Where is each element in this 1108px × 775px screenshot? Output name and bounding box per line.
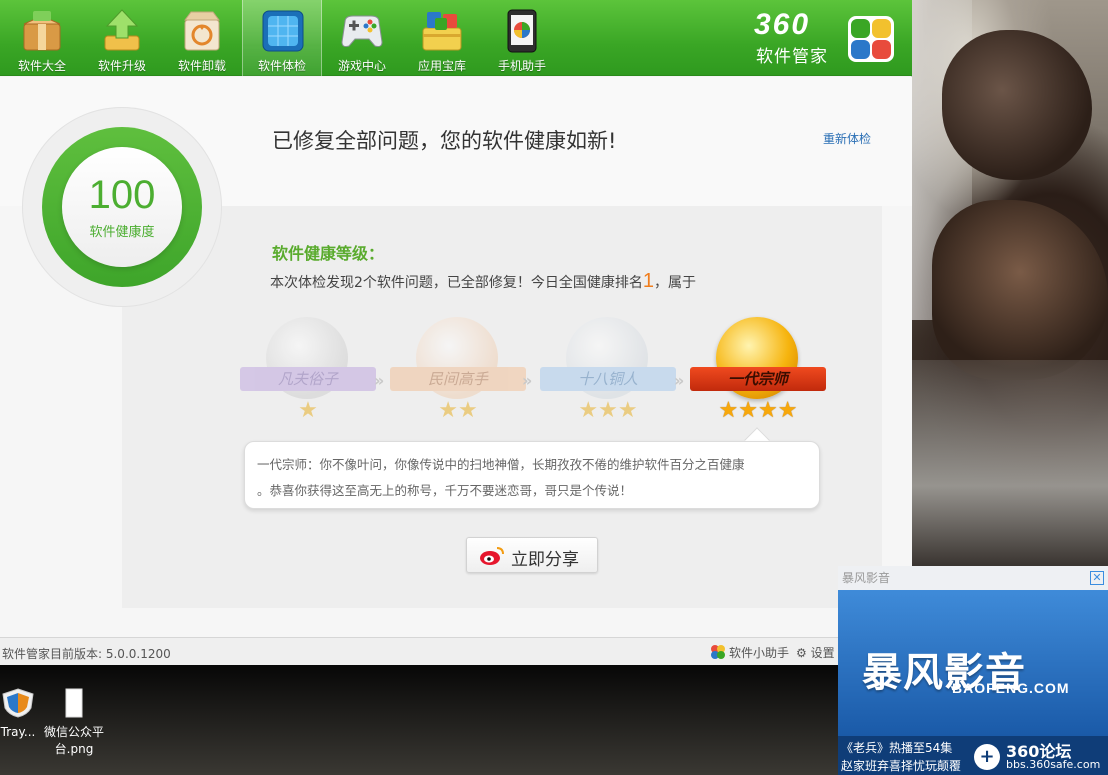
toolbar-label: 手机助手 [497, 59, 546, 73]
app-store-icon [422, 12, 462, 51]
clover-icon [711, 645, 725, 659]
close-icon[interactable]: ✕ [1090, 571, 1104, 585]
gamepad-icon [341, 15, 383, 47]
toolbar-label: 软件升级 [97, 59, 146, 73]
level-name: 凡夫俗子 [240, 367, 376, 391]
toolbar-label: 软件体检 [257, 59, 306, 73]
desktop-icon-wechat-png[interactable]: 微信公众平 台.png [34, 688, 114, 758]
ad-header: 暴风影音 ✕ [838, 566, 1108, 590]
toolbar-software-uninstall[interactable]: 软件卸载 [162, 0, 242, 76]
weibo-icon [480, 547, 504, 565]
ad-news-line-1[interactable]: 《老兵》热播至54集 [841, 739, 952, 756]
recheck-link[interactable]: 重新体检 [823, 130, 871, 147]
forum-url: bbs.360safe.com [1006, 758, 1101, 771]
version-text: 软件管家目前版本: 5.0.0.1200 [2, 647, 171, 661]
software-helper-button[interactable]: 软件小助手 [710, 644, 789, 661]
desktop-icon-label-line1: 微信公众平 [43, 725, 104, 739]
ad-news-line-2[interactable]: 赵家班弃喜择忧玩颠覆 [841, 757, 961, 774]
grade-description: 本次体检发现2个软件问题，已全部修复！今日全国健康排名1，属于 [270, 270, 696, 293]
desktop-icon-label-line2: 台.png [54, 742, 94, 756]
bubble-line-2: 。恭喜你获得这至高无上的称号，千万不要迷恋哥，哥只是个传说！ [257, 483, 633, 498]
level-name: 十八铜人 [540, 367, 676, 391]
baofeng-ad-popup[interactable]: 暴风影音 ✕ 暴风影音 BAOFENG.COM 《老兵》热播至54集 赵家班弃喜… [838, 566, 1108, 775]
brand-name: 软件管家 [756, 47, 828, 67]
health-score-value: 100 [88, 173, 156, 217]
rock-shape [932, 200, 1108, 380]
upgrade-arrow-icon [104, 9, 140, 51]
app-window: 软件大全 软件升级 软件卸载 软件体检 游戏中心 应用宝库 手机助手 360 软… [0, 0, 912, 665]
score-ring: 100 软件健康度 [42, 127, 202, 287]
wallpaper-waterfall-rocks [912, 0, 1108, 570]
plus-icon: + [974, 744, 1000, 770]
level-arrow-icon: » [674, 371, 685, 390]
forum-watermark: + 360论坛 bbs.360safe.com [974, 738, 1108, 775]
grade-title: 软件健康等级： [272, 244, 385, 263]
toolbar-software-checkup[interactable]: 软件体检 [242, 0, 322, 76]
brand-number: 360 [754, 8, 811, 41]
ad-header-logo: 暴风影音 [842, 571, 891, 585]
grade-desc-prefix: 本次体检发现2个软件问题，已全部修复！今日全国健康排名 [270, 275, 643, 291]
level-stars: ★ [298, 398, 318, 423]
desktop-area [0, 665, 840, 775]
rock-shape [942, 30, 1092, 180]
result-headline: 已修复全部问题，您的软件健康如新! [272, 129, 617, 153]
ad-banner[interactable]: 暴风影音 BAOFENG.COM [838, 590, 1108, 736]
toolbar-phone-assistant[interactable]: 手机助手 [482, 0, 562, 76]
content-area: 100 软件健康度 已修复全部问题，您的软件健康如新! 重新体检 软件健康等级：… [0, 77, 912, 637]
phone-icon [507, 9, 537, 53]
level-medal-1: 凡夫俗子 ★ [240, 317, 376, 427]
health-score-label: 软件健康度 [89, 225, 155, 240]
level-stars: ★★★★ [718, 398, 798, 423]
mist-shape [912, 360, 1108, 570]
grade-desc-suffix: ，属于 [654, 275, 697, 291]
share-button[interactable]: 立即分享 [466, 537, 598, 573]
settings-label: 设置 [810, 646, 835, 660]
main-toolbar: 软件大全 软件升级 软件卸载 软件体检 游戏中心 应用宝库 手机助手 360 软… [0, 0, 912, 76]
toolbar-app-store[interactable]: 应用宝库 [402, 0, 482, 76]
status-bar: 软件管家目前版本: 5.0.0.1200 软件小助手 ⚙ 设置 [0, 637, 912, 665]
level-medal-3: 十八铜人 ★★★ [540, 317, 676, 427]
brand-logo: 360 软件管家 [752, 8, 902, 68]
level-medal-2: 民间高手 ★★ [390, 317, 526, 427]
level-arrow-icon: » [522, 371, 533, 390]
ad-footer: 《老兵》热播至54集 赵家班弃喜择忧玩颠覆 + 360论坛 bbs.360saf… [838, 736, 1108, 775]
ad-subtitle: BAOFENG.COM [952, 680, 1070, 696]
shield-icon [2, 688, 34, 718]
toolbar-label: 软件卸载 [177, 59, 226, 73]
level-description-bubble: 一代宗师：你不像叶问，你像传说中的扫地神僧，长期孜孜不倦的维护软件百分之百健康 … [244, 441, 820, 509]
box-icon [23, 11, 61, 51]
level-stars: ★★★ [578, 398, 638, 423]
level-medal-4-achieved: 一代宗师 ★★★★ [690, 317, 826, 427]
bubble-line-1: 一代宗师：你不像叶问，你像传说中的扫地神僧，长期孜孜不倦的维护软件百分之百健康 [257, 457, 745, 472]
level-name: 一代宗师 [690, 367, 826, 391]
health-score-gauge: 100 软件健康度 [22, 107, 222, 307]
toolbar-software-upgrade[interactable]: 软件升级 [82, 0, 162, 76]
level-name: 民间高手 [390, 367, 526, 391]
share-button-label: 立即分享 [511, 550, 579, 570]
brand-tiles-icon [848, 16, 894, 62]
software-helper-label: 软件小助手 [729, 646, 790, 660]
file-icon [65, 688, 83, 718]
settings-button[interactable]: ⚙ 设置 [796, 644, 835, 661]
toolbar-game-center[interactable]: 游戏中心 [322, 0, 402, 76]
recycle-box-icon [184, 11, 220, 51]
score-center: 100 软件健康度 [62, 147, 182, 267]
level-arrow-icon: » [374, 371, 385, 390]
toolbar-label: 游戏中心 [337, 59, 386, 73]
toolbar-label: 软件大全 [17, 59, 66, 73]
gear-icon: ⚙ [796, 646, 807, 660]
desktop-icon-label: Tray... [0, 725, 36, 739]
level-stars: ★★ [438, 398, 478, 423]
national-rank: 1 [642, 270, 655, 292]
toolbar-label: 应用宝库 [417, 59, 466, 73]
toolbar-software-all[interactable]: 软件大全 [2, 0, 82, 76]
monitor-check-icon [262, 10, 304, 52]
